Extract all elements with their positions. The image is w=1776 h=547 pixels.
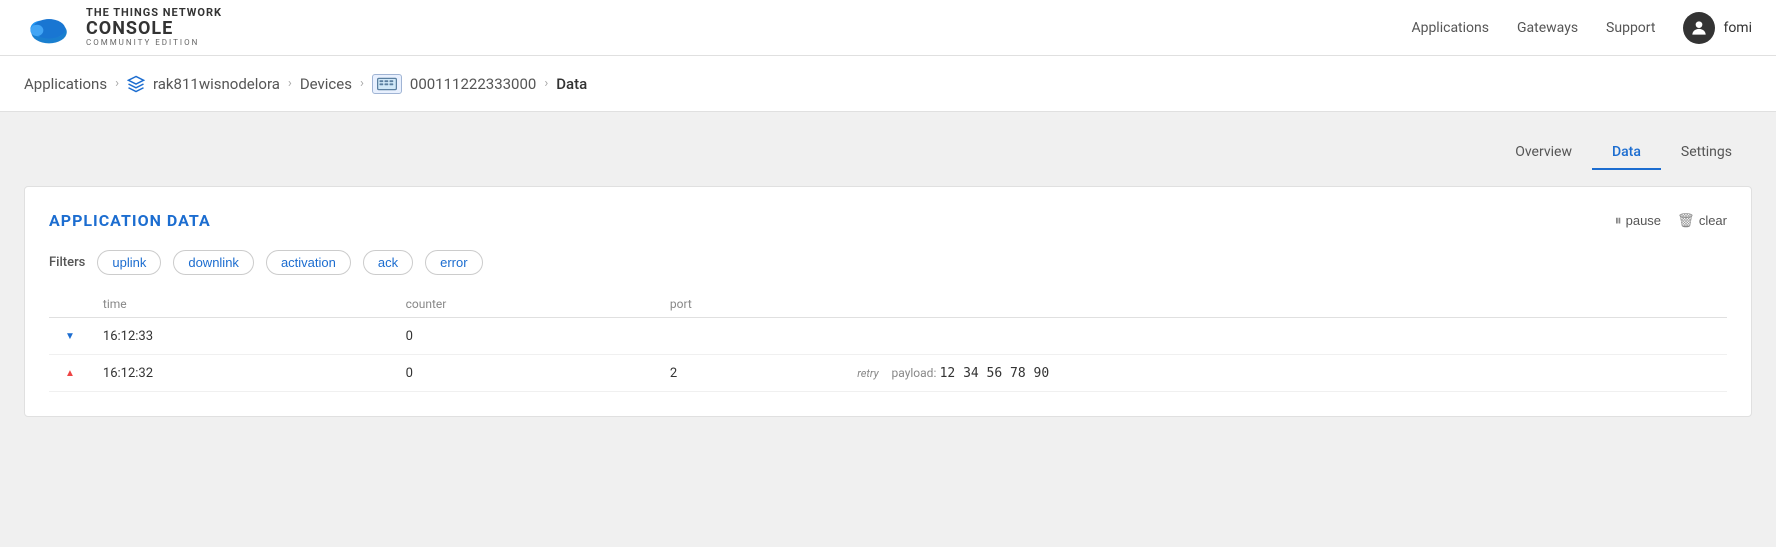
user-menu[interactable]: fomi xyxy=(1683,12,1752,44)
nav-gateways[interactable]: Gateways xyxy=(1517,20,1578,36)
arrow-up-icon: ▲ xyxy=(65,368,75,379)
expand-button[interactable]: ▼ xyxy=(61,329,79,344)
main-layout: Overview Data Settings APPLICATION DATA … xyxy=(0,112,1776,547)
collapse-button[interactable]: ▲ xyxy=(61,366,79,381)
payload-value: 12 34 56 78 90 xyxy=(940,366,1050,381)
row-port xyxy=(658,318,845,355)
filter-uplink[interactable]: uplink xyxy=(97,250,161,275)
row-counter: 0 xyxy=(394,318,658,355)
row-time: 16:12:33 xyxy=(91,318,394,355)
col-extra xyxy=(845,291,1727,318)
data-table: time counter port ▼ 16:12:33 xyxy=(49,291,1727,392)
breadcrumb-sep-4: › xyxy=(544,76,548,91)
breadcrumb-device-id[interactable]: 000111222333000 xyxy=(410,75,536,93)
tab-overview[interactable]: Overview xyxy=(1495,136,1592,170)
breadcrumb-sep-3: › xyxy=(360,76,364,91)
tab-data[interactable]: Data xyxy=(1592,136,1661,170)
breadcrumb: Applications › rak811wisnodelora › Devic… xyxy=(24,74,587,94)
breadcrumb-devices[interactable]: Devices xyxy=(300,75,352,93)
trash-icon: 🗑 xyxy=(1677,212,1695,229)
row-extra xyxy=(845,318,1727,355)
table-header: time counter port xyxy=(49,291,1727,318)
card-header: APPLICATION DATA ⏸ pause 🗑 clear xyxy=(49,211,1727,230)
col-counter: counter xyxy=(394,291,658,318)
breadcrumb-applications[interactable]: Applications xyxy=(24,75,107,93)
pause-button[interactable]: ⏸ pause xyxy=(1615,212,1661,229)
breadcrumb-sep-1: › xyxy=(115,76,119,91)
row-counter: 0 xyxy=(394,355,658,392)
breadcrumb-current: Data xyxy=(556,75,587,93)
card-title: APPLICATION DATA xyxy=(49,211,211,230)
filter-activation[interactable]: activation xyxy=(266,250,351,275)
content-area: Overview Data Settings APPLICATION DATA … xyxy=(0,112,1776,547)
col-time: time xyxy=(91,291,394,318)
application-data-card: APPLICATION DATA ⏸ pause 🗑 clear Filters… xyxy=(24,186,1752,417)
tab-bar: Overview Data Settings xyxy=(24,136,1752,170)
device-icon xyxy=(372,74,402,94)
header-nav: Applications Gateways Support fomi xyxy=(1411,12,1752,44)
retry-badge: retry xyxy=(857,367,878,380)
filters-row: Filters uplink downlink activation ack e… xyxy=(49,250,1727,275)
edition-label: COMMUNITY EDITION xyxy=(86,39,222,48)
breadcrumb-sep-2: › xyxy=(288,76,292,91)
logo-area: THE THINGS NETWORK CONSOLE COMMUNITY EDI… xyxy=(24,7,222,48)
row-port: 2 xyxy=(658,355,845,392)
table-row: ▼ 16:12:33 0 xyxy=(49,318,1727,355)
breadcrumb-bar: Applications › rak811wisnodelora › Devic… xyxy=(0,56,1776,112)
console-label: CONSOLE xyxy=(86,19,222,39)
row-expand-cell[interactable]: ▲ xyxy=(49,355,91,392)
filter-ack[interactable]: ack xyxy=(363,250,413,275)
row-time: 16:12:32 xyxy=(91,355,394,392)
filter-error[interactable]: error xyxy=(425,250,482,275)
breadcrumb-app-name[interactable]: rak811wisnodelora xyxy=(153,75,280,93)
row-expand-cell[interactable]: ▼ xyxy=(49,318,91,355)
header: THE THINGS NETWORK CONSOLE COMMUNITY EDI… xyxy=(0,0,1776,56)
pause-icon: ⏸ xyxy=(1615,212,1622,229)
tab-settings[interactable]: Settings xyxy=(1661,136,1752,170)
col-port: port xyxy=(658,291,845,318)
nav-support[interactable]: Support xyxy=(1606,20,1655,36)
card-actions: ⏸ pause 🗑 clear xyxy=(1615,212,1727,229)
arrow-down-icon: ▼ xyxy=(65,331,75,342)
clear-button[interactable]: 🗑 clear xyxy=(1677,212,1727,229)
app-icon xyxy=(127,75,145,93)
payload-label: payload: xyxy=(892,366,937,380)
avatar xyxy=(1683,12,1715,44)
table-body: ▼ 16:12:33 0 ▲ xyxy=(49,318,1727,392)
username: fomi xyxy=(1723,20,1752,36)
ttn-logo-icon xyxy=(24,11,74,45)
nav-applications[interactable]: Applications xyxy=(1411,20,1489,36)
table-row: ▲ 16:12:32 0 2 retry payload: 12 34 56 7… xyxy=(49,355,1727,392)
filter-downlink[interactable]: downlink xyxy=(173,250,254,275)
col-expand xyxy=(49,291,91,318)
row-details: retry payload: 12 34 56 78 90 xyxy=(845,355,1727,392)
logo-text: THE THINGS NETWORK CONSOLE COMMUNITY EDI… xyxy=(86,7,222,48)
filters-label: Filters xyxy=(49,255,85,270)
